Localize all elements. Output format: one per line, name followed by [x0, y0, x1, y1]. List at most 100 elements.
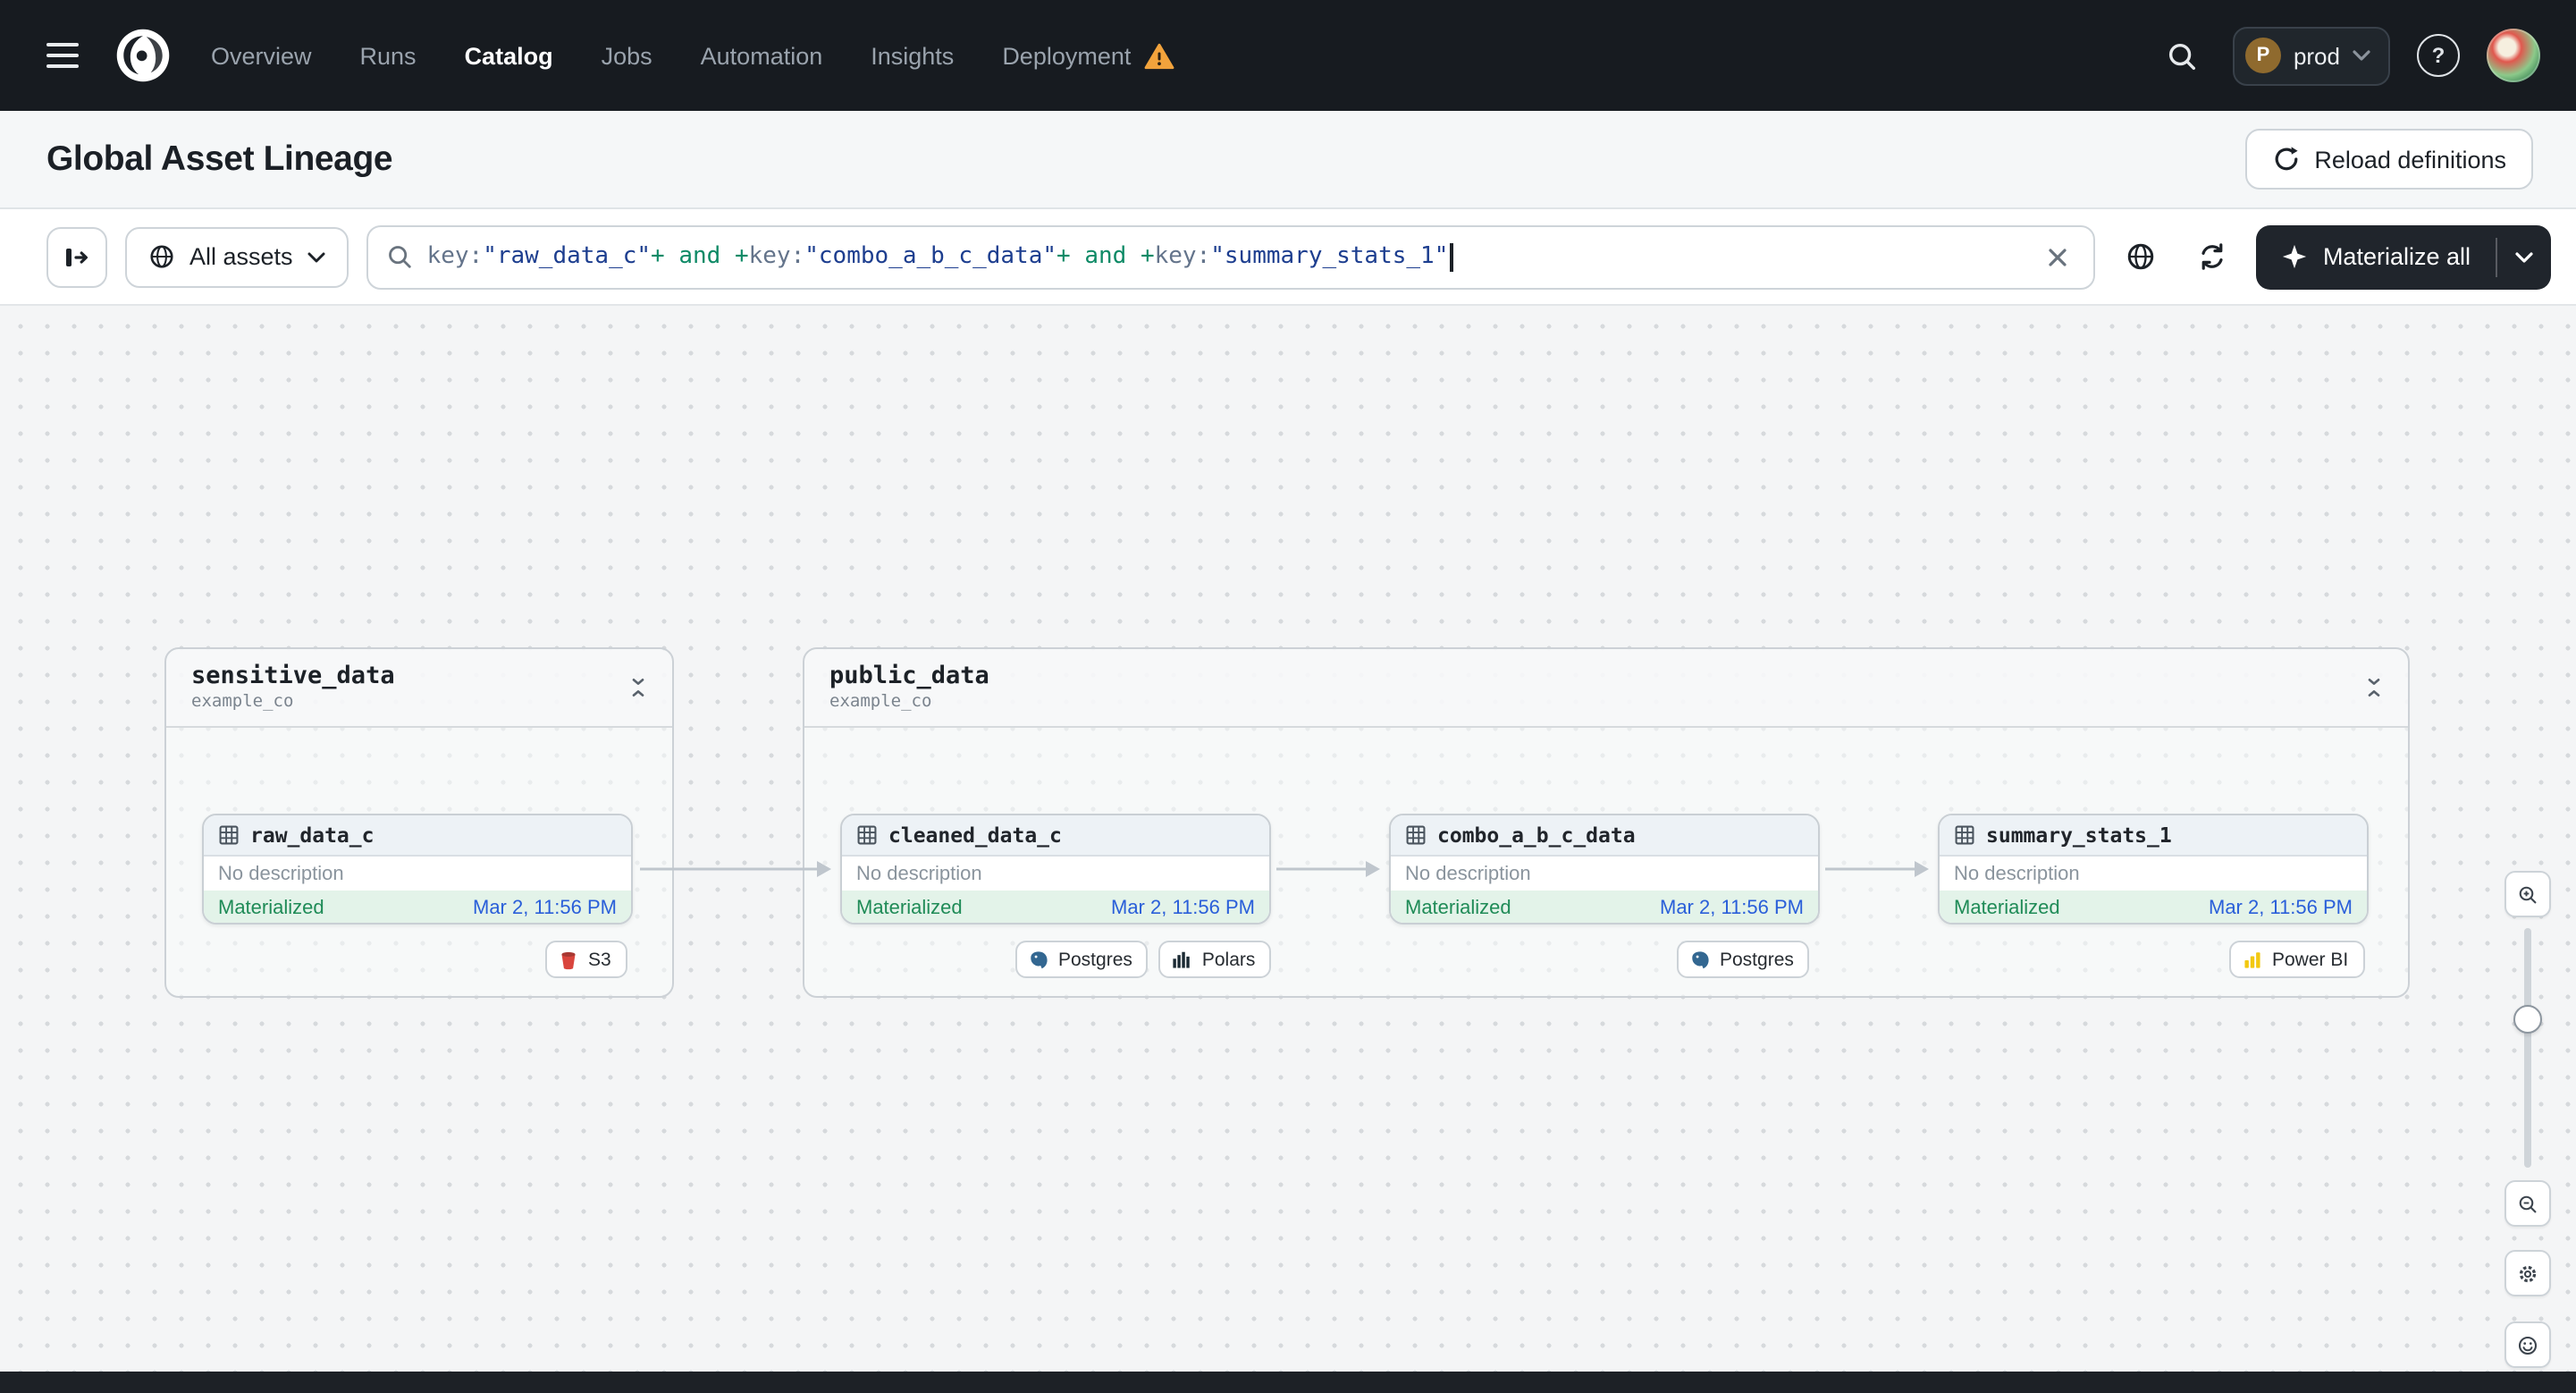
- materialization-timestamp[interactable]: Mar 2, 11:56 PM: [2209, 897, 2353, 918]
- asset-node-summary-stats-1[interactable]: summary_stats_1 No description Materiali…: [1938, 814, 2369, 924]
- dagster-logo-icon: [116, 29, 170, 82]
- asset-selection-input[interactable]: key: "raw_data_c" + and + key: "combo_a_b_c_…: [366, 224, 2096, 289]
- reload-icon: [2274, 147, 2297, 171]
- materialize-all-label: Materialize all: [2322, 243, 2471, 270]
- asset-filter-label: All assets: [189, 243, 293, 270]
- materialize-options-button[interactable]: [2497, 224, 2551, 289]
- zoom-out-button[interactable]: [2504, 1180, 2551, 1227]
- nav-item-jobs[interactable]: Jobs: [602, 42, 652, 69]
- asset-tags-raw-data-c: S3: [545, 941, 627, 978]
- kind-tag-postgres[interactable]: Postgres: [1015, 941, 1149, 978]
- deployment-switcher[interactable]: P prod: [2232, 26, 2390, 85]
- nav-item-label: Overview: [211, 42, 312, 69]
- tag-label: Polars: [1201, 949, 1256, 970]
- lineage-canvas[interactable]: sensitive_data example_co public_data ex…: [0, 306, 2576, 1372]
- asset-name: cleaned_data_c: [888, 823, 1062, 848]
- nav-item-runs[interactable]: Runs: [360, 42, 417, 69]
- materialize-all-button[interactable]: Materialize all: [2257, 224, 2496, 289]
- page-title: Global Asset Lineage: [46, 139, 393, 178]
- text-cursor: [1450, 242, 1453, 271]
- table-icon: [1406, 825, 1426, 845]
- gear-icon: [2519, 1264, 2537, 1282]
- query-token: "combo_a_b_c_data": [804, 243, 1057, 270]
- zoom-in-button[interactable]: [2504, 871, 2551, 917]
- query-token: "summary_stats_1": [1210, 243, 1449, 270]
- nav-item-overview[interactable]: Overview: [211, 42, 312, 69]
- tag-label: S3: [588, 949, 611, 970]
- tag-label: Power BI: [2272, 949, 2349, 970]
- s3-icon: [561, 950, 576, 969]
- group-header: public_data example_co: [804, 649, 2408, 728]
- kind-tag-s3[interactable]: S3: [545, 941, 627, 978]
- asset-name: combo_a_b_c_data: [1437, 823, 1636, 848]
- reload-definitions-button[interactable]: Reload definitions: [2244, 129, 2533, 190]
- smiley-icon: [2518, 1335, 2538, 1355]
- page-header: Global Asset Lineage Reload definitions: [0, 111, 2576, 209]
- nav-item-label: Catalog: [464, 42, 553, 69]
- table-icon: [1955, 825, 1974, 845]
- asset-node-combo-a-b-c-data[interactable]: combo_a_b_c_data No description Material…: [1389, 814, 1820, 924]
- help-button[interactable]: ?: [2417, 34, 2460, 77]
- polars-icon: [1174, 950, 1191, 967]
- table-icon: [219, 825, 239, 845]
- collapse-group-button[interactable]: [619, 667, 658, 706]
- primary-nav: Overview Runs Catalog Jobs Automation In…: [211, 42, 1174, 69]
- status-badge: Materialized: [1405, 897, 1511, 918]
- powerbi-icon: [2244, 951, 2260, 967]
- zoom-slider-handle[interactable]: [2513, 1005, 2542, 1034]
- lineage-toolbar: All assets key: "raw_data_c" + and + key: "c…: [0, 209, 2576, 306]
- search-button[interactable]: [2158, 31, 2206, 80]
- status-badge: Materialized: [856, 897, 963, 918]
- asset-status-row: Materialized Mar 2, 11:56 PM: [1391, 891, 1818, 923]
- materialization-timestamp[interactable]: Mar 2, 11:56 PM: [473, 897, 617, 918]
- asset-status-row: Materialized Mar 2, 11:56 PM: [204, 891, 631, 923]
- status-badge: Materialized: [1954, 897, 2060, 918]
- nav-item-catalog[interactable]: Catalog: [465, 42, 553, 69]
- graph-view-globe-button[interactable]: [2114, 230, 2168, 283]
- materialization-timestamp[interactable]: Mar 2, 11:56 PM: [1111, 897, 1255, 918]
- chevron-down-icon: [307, 251, 325, 262]
- deployment-name: prod: [2293, 42, 2340, 69]
- kind-tag-powerbi[interactable]: Power BI: [2229, 941, 2365, 978]
- query-token: "raw_data_c": [483, 243, 652, 270]
- panel-expand-icon: [66, 248, 88, 266]
- asset-tags-cleaned-data-c: Postgres Polars: [1015, 941, 1272, 978]
- materialize-all-split-button: Materialize all: [2256, 224, 2551, 289]
- asset-node-header: summary_stats_1: [1940, 815, 2367, 857]
- asset-selection-query: key: "raw_data_c" + and + key: "combo_a_b_c_…: [427, 242, 2026, 271]
- search-icon: [2168, 42, 2195, 70]
- nav-item-automation[interactable]: Automation: [701, 42, 823, 69]
- top-nav: Overview Runs Catalog Jobs Automation In…: [0, 0, 2576, 111]
- clear-query-button[interactable]: [2041, 239, 2076, 274]
- kind-tag-postgres[interactable]: Postgres: [1677, 941, 1810, 978]
- globe-icon: [2127, 243, 2154, 270]
- kind-tag-polars[interactable]: Polars: [1158, 941, 1272, 978]
- graph-settings-button[interactable]: [2504, 1250, 2551, 1296]
- dagster-app: Overview Runs Catalog Jobs Automation In…: [0, 0, 2576, 1393]
- materialization-timestamp[interactable]: Mar 2, 11:56 PM: [1660, 897, 1804, 918]
- nav-item-deployment[interactable]: Deployment: [1002, 42, 1174, 69]
- open-left-panel-button[interactable]: [46, 226, 107, 287]
- user-avatar[interactable]: [2487, 29, 2540, 82]
- asset-name: raw_data_c: [250, 823, 375, 848]
- hamburger-menu-button[interactable]: [32, 25, 93, 86]
- zoom-slider-track[interactable]: [2524, 928, 2531, 1168]
- zoom-in-icon: [2519, 885, 2537, 903]
- group-title: public_data: [829, 662, 989, 690]
- group-subtitle: example_co: [829, 692, 932, 712]
- nav-item-insights[interactable]: Insights: [871, 42, 954, 69]
- asset-filter-dropdown[interactable]: All assets: [125, 226, 349, 287]
- collapse-group-button[interactable]: [2354, 667, 2394, 706]
- asset-node-raw-data-c[interactable]: raw_data_c No description Materialized M…: [202, 814, 633, 924]
- feedback-button[interactable]: [2504, 1321, 2551, 1368]
- collapse-icon: [2368, 678, 2380, 696]
- question-mark-icon: ?: [2431, 43, 2446, 68]
- tag-label: Postgres: [1720, 949, 1794, 970]
- asset-node-cleaned-data-c[interactable]: cleaned_data_c No description Materializ…: [840, 814, 1271, 924]
- asset-node-header: combo_a_b_c_data: [1391, 815, 1818, 857]
- refresh-button[interactable]: [2185, 230, 2239, 283]
- asset-tags-combo-a-b-c-data: Postgres: [1677, 941, 1810, 978]
- nav-item-label: Jobs: [601, 42, 652, 69]
- globe-icon: [150, 245, 173, 268]
- dagster-logo[interactable]: [111, 23, 175, 88]
